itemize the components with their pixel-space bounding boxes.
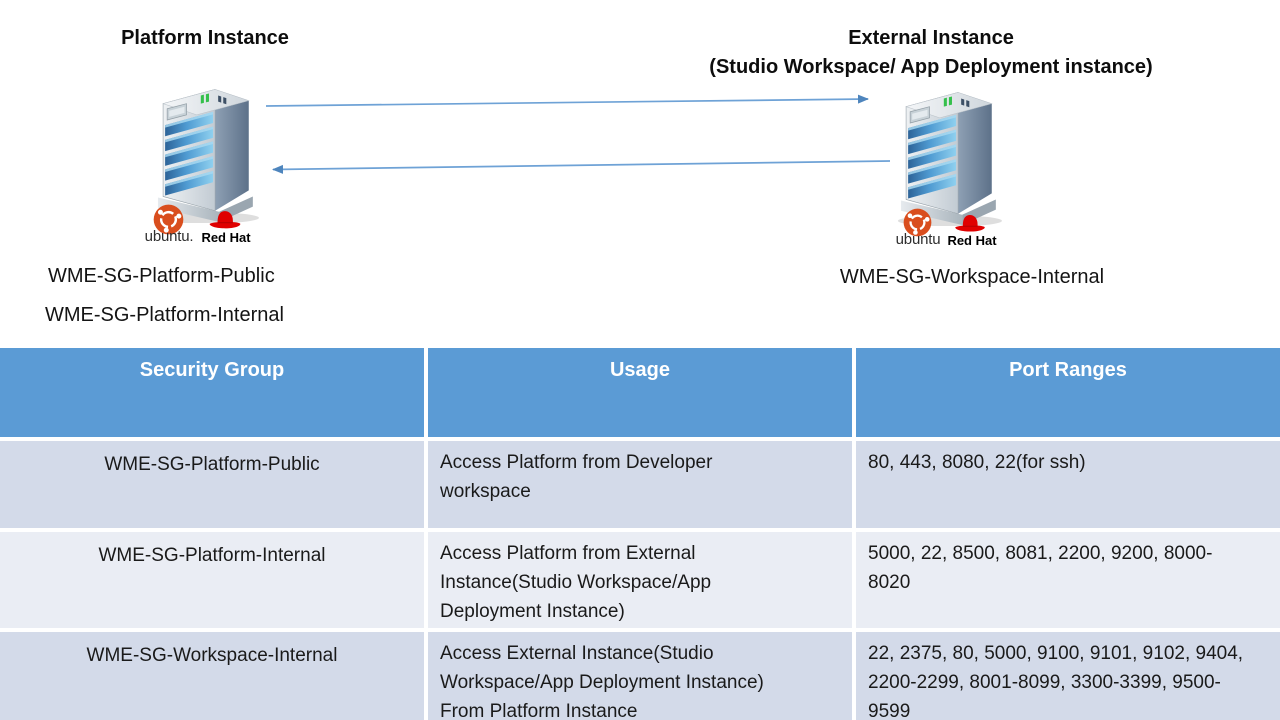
sg-label-platform-internal: WME-SG-Platform-Internal	[45, 304, 284, 327]
external-instance-title-line1: External Instance	[628, 24, 1234, 53]
sg-label-workspace-internal: WME-SG-Workspace-Internal	[800, 266, 1144, 289]
right-server-icon	[894, 73, 1012, 226]
arrow-left-icon	[273, 161, 890, 170]
cell-security-group: WME-SG-Platform-Public	[0, 441, 424, 528]
cell-usage: Access External Instance(Studio Workspac…	[428, 632, 852, 720]
header-cell-security-group: Security Group	[0, 348, 424, 437]
sg-label-platform-public: WME-SG-Platform-Public	[48, 265, 275, 288]
header-cell-port-ranges: Port Ranges	[856, 348, 1280, 437]
cell-port-ranges: 22, 2375, 80, 5000, 9100, 9101, 9102, 94…	[856, 632, 1280, 720]
cell-port-ranges: 5000, 22, 8500, 8081, 2200, 9200, 8000-8…	[856, 532, 1280, 628]
cell-security-group: WME-SG-Platform-Internal	[0, 532, 424, 628]
slide-canvas: Platform Instance External Instance (Stu…	[0, 0, 1280, 720]
cell-usage: Access Platform from Developer workspace	[428, 441, 852, 528]
header-cell-usage: Usage	[428, 348, 852, 437]
cell-usage: Access Platform from External Instance(S…	[428, 532, 852, 628]
ubuntu-wordmark: ubuntu.	[136, 228, 202, 245]
left-server-icon	[151, 70, 269, 223]
cell-security-group: WME-SG-Workspace-Internal	[0, 632, 424, 720]
arrow-right-icon	[266, 99, 868, 106]
security-group-table: Security Group Usage Port Ranges WME-SG-…	[0, 348, 1280, 720]
ubuntu-wordmark: ubuntu	[886, 231, 950, 248]
platform-instance-title: Platform Instance	[55, 24, 355, 53]
redhat-wordmark: Red Hat	[944, 233, 1000, 248]
redhat-wordmark: Red Hat	[198, 230, 254, 245]
cell-port-ranges: 80, 443, 8080, 22(for ssh)	[856, 441, 1280, 528]
